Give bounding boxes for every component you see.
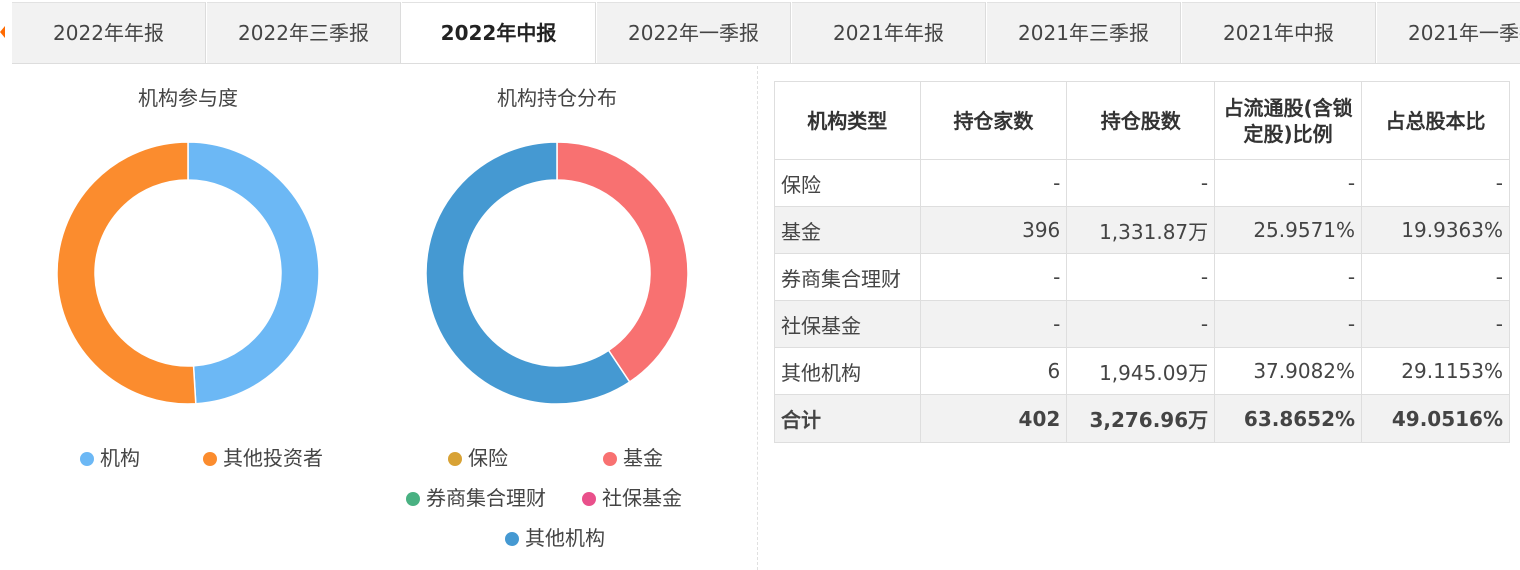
- legend-item-fund[interactable]: 基金: [603, 446, 663, 470]
- legend-dot-icon: [448, 452, 462, 466]
- header-institution-type: 机构类型: [774, 81, 921, 160]
- table-row: 券商集合理财 - - - -: [774, 253, 1510, 301]
- legend-label: 机构: [100, 446, 140, 470]
- cell-type: 券商集合理财: [774, 253, 921, 301]
- cell-shares: 3,276.96万: [1066, 394, 1216, 443]
- cell-count: 402: [919, 394, 1068, 443]
- table-row: 保险 - - - -: [774, 159, 1510, 207]
- tab-2022-interim[interactable]: 2022年中报: [402, 2, 596, 64]
- cell-count: -: [919, 300, 1068, 348]
- header-float-ratio: 占流通股(含锁定股)比例: [1214, 81, 1363, 160]
- cell-float-ratio: -: [1214, 300, 1363, 348]
- institution-holdings-table: 机构类型 持仓家数 持仓股数 占流通股(含锁定股)比例 占总股本比 保险 - -…: [774, 81, 1510, 443]
- section-divider: [757, 66, 758, 570]
- legend-label: 基金: [623, 446, 663, 470]
- tabs-underline: [12, 63, 1520, 64]
- cell-count: -: [919, 253, 1068, 301]
- table-total-row: 合计 402 3,276.96万 63.8652% 49.0516%: [774, 394, 1510, 443]
- header-shares-held: 持仓股数: [1066, 81, 1216, 160]
- tab-2021-q3[interactable]: 2021年三季报: [987, 2, 1181, 63]
- donut-slice-1[interactable]: [187, 141, 319, 405]
- cell-type: 基金: [774, 206, 921, 254]
- cell-type: 社保基金: [774, 300, 921, 348]
- donut-slice-2[interactable]: [556, 141, 688, 384]
- legend-label: 其他投资者: [223, 446, 323, 470]
- cell-total-ratio: -: [1361, 253, 1510, 301]
- chart1-title: 机构参与度: [138, 86, 238, 110]
- cell-total-ratio: 19.9363%: [1361, 206, 1510, 254]
- cell-shares: -: [1066, 300, 1216, 348]
- tab-2022-annual[interactable]: 2022年年报: [12, 2, 206, 63]
- tab-2022-q3[interactable]: 2022年三季报: [207, 2, 401, 63]
- cell-float-ratio: -: [1214, 253, 1363, 301]
- cell-total-ratio: -: [1361, 159, 1510, 207]
- cell-float-ratio: -: [1214, 159, 1363, 207]
- cell-count: -: [919, 159, 1068, 207]
- table-header-row: 机构类型 持仓家数 持仓股数 占流通股(含锁定股)比例 占总股本比: [774, 81, 1510, 160]
- legend-item-other-investors[interactable]: 其他投资者: [203, 446, 323, 470]
- legend-dot-icon: [603, 452, 617, 466]
- cell-total-ratio: 49.0516%: [1361, 394, 1510, 443]
- legend-dot-icon: [406, 492, 420, 506]
- table-row: 其他机构 6 1,945.09万 37.9082% 29.1153%: [774, 347, 1510, 395]
- cell-total-ratio: -: [1361, 300, 1510, 348]
- legend-item-broker-asset-mgmt[interactable]: 券商集合理财: [406, 486, 546, 510]
- report-period-tabs: 2022年年报 2022年三季报 2022年中报 2022年一季报 2021年年…: [12, 0, 1520, 64]
- legend-item-social-security-fund[interactable]: 社保基金: [582, 486, 682, 510]
- cell-float-ratio: 37.9082%: [1214, 347, 1363, 395]
- chart2-title: 机构持仓分布: [497, 86, 617, 110]
- legend-item-institution[interactable]: 机构: [80, 446, 140, 470]
- table-row: 社保基金 - - - -: [774, 300, 1510, 348]
- cell-float-ratio: 25.9571%: [1214, 206, 1363, 254]
- cell-type: 合计: [774, 394, 921, 443]
- legend-dot-icon: [80, 452, 94, 466]
- participation-donut-chart: [57, 141, 319, 405]
- header-holder-count: 持仓家数: [919, 81, 1068, 160]
- header-total-ratio: 占总股本比: [1361, 81, 1510, 160]
- cell-total-ratio: 29.1153%: [1361, 347, 1510, 395]
- cell-shares: -: [1066, 159, 1216, 207]
- cell-type: 保险: [774, 159, 921, 207]
- holding-distribution-donut-chart: [426, 141, 688, 405]
- legend-item-other-institutions[interactable]: 其他机构: [505, 526, 605, 550]
- cell-shares: 1,331.87万: [1066, 206, 1216, 254]
- legend-dot-icon: [505, 532, 519, 546]
- cell-count: 6: [919, 347, 1068, 395]
- legend-label: 保险: [468, 446, 508, 470]
- cell-shares: 1,945.09万: [1066, 347, 1216, 395]
- legend-item-insurance[interactable]: 保险: [448, 446, 508, 470]
- donut-slice-2[interactable]: [57, 141, 197, 405]
- cell-type: 其他机构: [774, 347, 921, 395]
- legend-label: 券商集合理财: [426, 486, 546, 510]
- tabs-prev-arrow-icon[interactable]: [0, 26, 5, 38]
- cell-count: 396: [919, 206, 1068, 254]
- tab-2022-q1[interactable]: 2022年一季报: [597, 2, 791, 63]
- legend-dot-icon: [582, 492, 596, 506]
- legend-dot-icon: [203, 452, 217, 466]
- tab-2021-q1[interactable]: 2021年一季报: [1377, 2, 1520, 63]
- tab-2021-interim[interactable]: 2021年中报: [1182, 2, 1376, 63]
- cell-float-ratio: 63.8652%: [1214, 394, 1363, 443]
- legend-label: 社保基金: [602, 486, 682, 510]
- table-row: 基金 396 1,331.87万 25.9571% 19.9363%: [774, 206, 1510, 254]
- tab-2021-annual[interactable]: 2021年年报: [792, 2, 986, 63]
- cell-shares: -: [1066, 253, 1216, 301]
- legend-label: 其他机构: [525, 526, 605, 550]
